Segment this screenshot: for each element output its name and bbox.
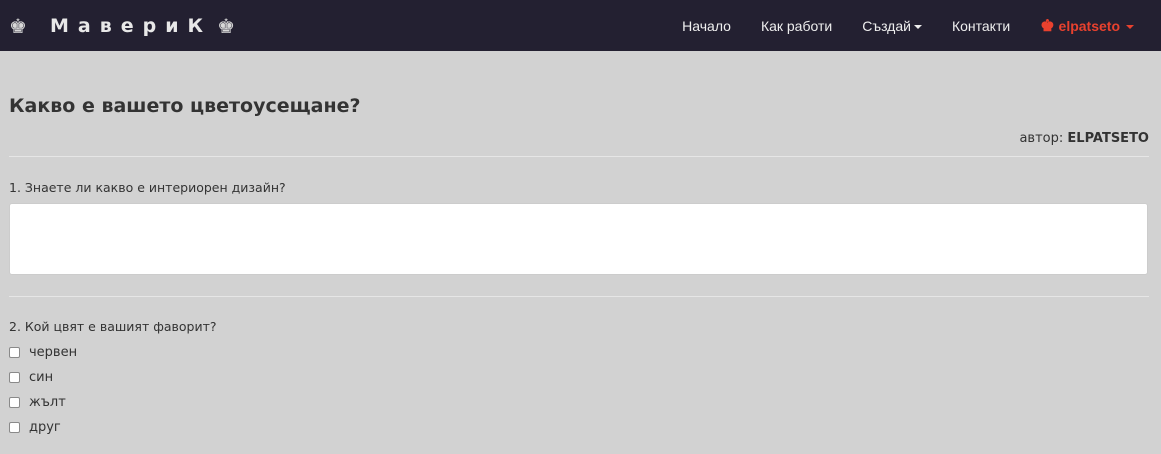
user-name: elpatseto: [1058, 17, 1120, 34]
brand-name: МавериК: [50, 14, 213, 37]
divider: [9, 296, 1149, 297]
option-label: червен: [29, 345, 78, 360]
nav-item-home[interactable]: Начало: [667, 0, 746, 51]
user-menu-dropdown[interactable]: ♚ elpatseto: [1025, 0, 1149, 51]
caret-down-icon: [1126, 24, 1134, 29]
nav-item-contacts[interactable]: Контакти: [937, 0, 1025, 51]
chess-king-icon: ♚: [217, 13, 236, 38]
option-label: син: [29, 370, 54, 385]
nav-item-label: Как работи: [760, 17, 833, 34]
option-yellow[interactable]: жълт: [9, 390, 1149, 415]
option-label: жълт: [29, 395, 66, 410]
survey-content: Какво е вашето цветоусещане? автор: ELPA…: [9, 51, 1149, 440]
nav-item-label: Начало: [682, 17, 731, 34]
author-name: ELPATSETO: [1067, 131, 1149, 146]
option-label: друг: [29, 420, 61, 435]
nav-item-how-it-works[interactable]: Как работи: [746, 0, 847, 51]
caret-down-icon: [913, 24, 922, 29]
nav-menu: Начало Как работи Създай Контакти ♚ elpa…: [667, 0, 1149, 51]
survey-title: Какво е вашето цветоусещане?: [9, 95, 361, 117]
question-2-label: 2. Кой цвят е вашият фаворит?: [9, 319, 217, 334]
author-prefix: автор:: [1019, 131, 1064, 146]
top-navbar: ♚ МавериК ♚ Начало Как работи Създай Кон…: [0, 0, 1161, 51]
nav-item-create-dropdown[interactable]: Създай: [847, 0, 937, 51]
nav-item-label: Създай: [862, 17, 911, 34]
checkbox[interactable]: [9, 422, 20, 433]
divider: [9, 156, 1149, 157]
option-blue[interactable]: син: [9, 365, 1149, 390]
checkbox[interactable]: [9, 372, 20, 383]
question-1-answer-field[interactable]: [9, 203, 1148, 275]
chess-king-icon: ♚: [9, 13, 27, 38]
option-red[interactable]: червен: [9, 340, 1149, 365]
question-1-label: 1. Знаете ли какво е интериорен дизайн?: [9, 180, 286, 195]
nav-item-label: Контакти: [951, 17, 1011, 34]
chess-king-icon: ♚: [1040, 17, 1055, 35]
survey-author: автор: ELPATSETO: [9, 131, 1149, 149]
checkbox[interactable]: [9, 347, 20, 358]
checkbox[interactable]: [9, 397, 20, 408]
option-other[interactable]: друг: [9, 415, 1149, 440]
brand-link[interactable]: ♚ МавериК ♚: [8, 0, 236, 51]
